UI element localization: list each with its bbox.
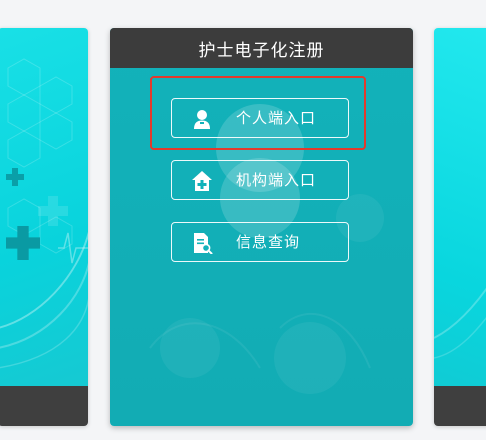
left-partial-card[interactable] bbox=[0, 28, 88, 426]
medical-cross-icon bbox=[6, 168, 24, 186]
medical-cross-outline-icon bbox=[38, 196, 68, 226]
right-card-footer bbox=[434, 386, 486, 426]
person-icon bbox=[191, 108, 213, 130]
right-card-background bbox=[434, 28, 486, 386]
document-search-icon bbox=[191, 232, 213, 255]
card-header: 护士电子化注册 bbox=[110, 28, 413, 68]
right-partial-card[interactable] bbox=[434, 28, 486, 426]
info-query-button[interactable]: 信息查询 bbox=[171, 222, 349, 262]
institution-entry-button[interactable]: 机构端入口 bbox=[171, 160, 349, 200]
personal-entry-button[interactable]: 个人端入口 bbox=[171, 98, 349, 138]
hospital-icon bbox=[191, 170, 213, 192]
info-query-label: 信息查询 bbox=[236, 233, 301, 251]
institution-entry-label: 机构端入口 bbox=[236, 171, 317, 189]
card-title: 护士电子化注册 bbox=[198, 40, 325, 61]
medical-cross-icon bbox=[6, 226, 40, 260]
nurse-registration-card: 护士电子化注册 个人端入口 机构端入口 信息查询 bbox=[110, 28, 413, 426]
left-card-background bbox=[0, 28, 88, 386]
personal-entry-label: 个人端入口 bbox=[236, 109, 317, 127]
left-card-footer bbox=[0, 386, 88, 426]
